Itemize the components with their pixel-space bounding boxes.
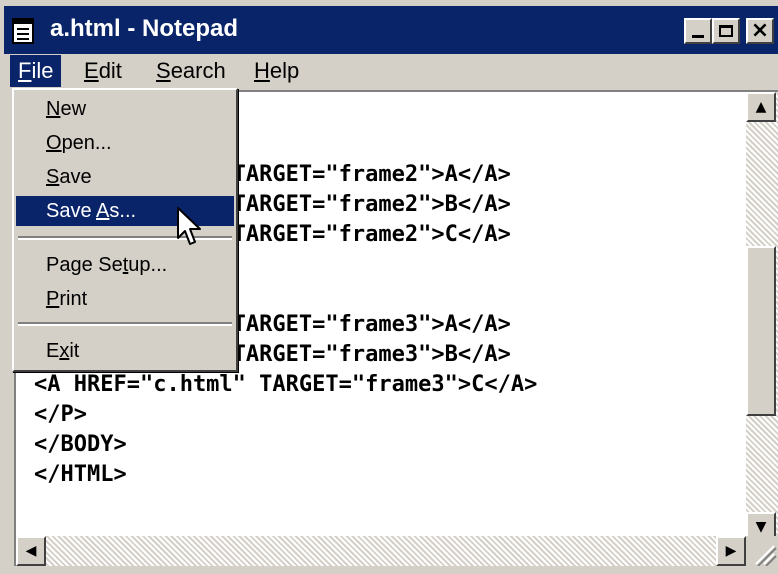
editor-line: </P> [34, 402, 87, 427]
menu-item-open[interactable]: Open... [16, 128, 234, 158]
menu-bar: File Edit Search Help [4, 54, 778, 88]
close-button[interactable]: × [746, 18, 774, 44]
menu-separator [18, 322, 232, 326]
notepad-window: a.html - Notepad × File Edit Search Help… [0, 0, 778, 574]
menu-item-exit[interactable]: Exit [16, 336, 234, 366]
editor-line: </HTML> [34, 462, 127, 487]
size-grip-icon [755, 545, 777, 567]
menu-help[interactable]: Help [246, 55, 307, 87]
arrow-cursor-icon [177, 207, 201, 245]
maximize-button[interactable] [712, 18, 740, 44]
arrow-down-icon: ▼ [755, 519, 767, 535]
arrow-right-icon: ▶ [725, 543, 737, 559]
menu-item-print[interactable]: Print [16, 284, 234, 314]
menu-file[interactable]: File [10, 55, 62, 87]
notepad-icon[interactable] [12, 18, 34, 44]
menu-item-save[interactable]: Save [16, 162, 234, 192]
editor-line: <A HREF="c.html" TARGET="frame3">C</A> [34, 372, 538, 397]
horizontal-scrollbar[interactable]: ◀ ▶ [16, 536, 746, 566]
menu-item-new[interactable]: New [16, 94, 234, 124]
vertical-scrollbar[interactable]: ▲ ▼ [746, 92, 778, 542]
title-bar[interactable]: a.html - Notepad × [4, 6, 778, 54]
scroll-right-button[interactable]: ▶ [716, 536, 746, 566]
close-icon: × [750, 18, 770, 43]
maximize-icon [719, 25, 733, 37]
menu-item-page-setup[interactable]: Page Setup... [16, 250, 234, 280]
vertical-scroll-thumb[interactable] [746, 246, 776, 416]
minimize-button[interactable] [684, 18, 712, 44]
window-title: a.html - Notepad [50, 15, 239, 42]
scroll-left-button[interactable]: ◀ [16, 536, 46, 566]
editor-line: </BODY> [34, 432, 127, 457]
menu-edit[interactable]: Edit [76, 55, 130, 87]
arrow-up-icon: ▲ [755, 99, 767, 115]
menu-search[interactable]: Search [148, 55, 234, 87]
arrow-left-icon: ◀ [25, 543, 37, 559]
scroll-up-button[interactable]: ▲ [746, 92, 776, 122]
minimize-icon [692, 34, 704, 38]
size-grip[interactable] [746, 536, 778, 567]
